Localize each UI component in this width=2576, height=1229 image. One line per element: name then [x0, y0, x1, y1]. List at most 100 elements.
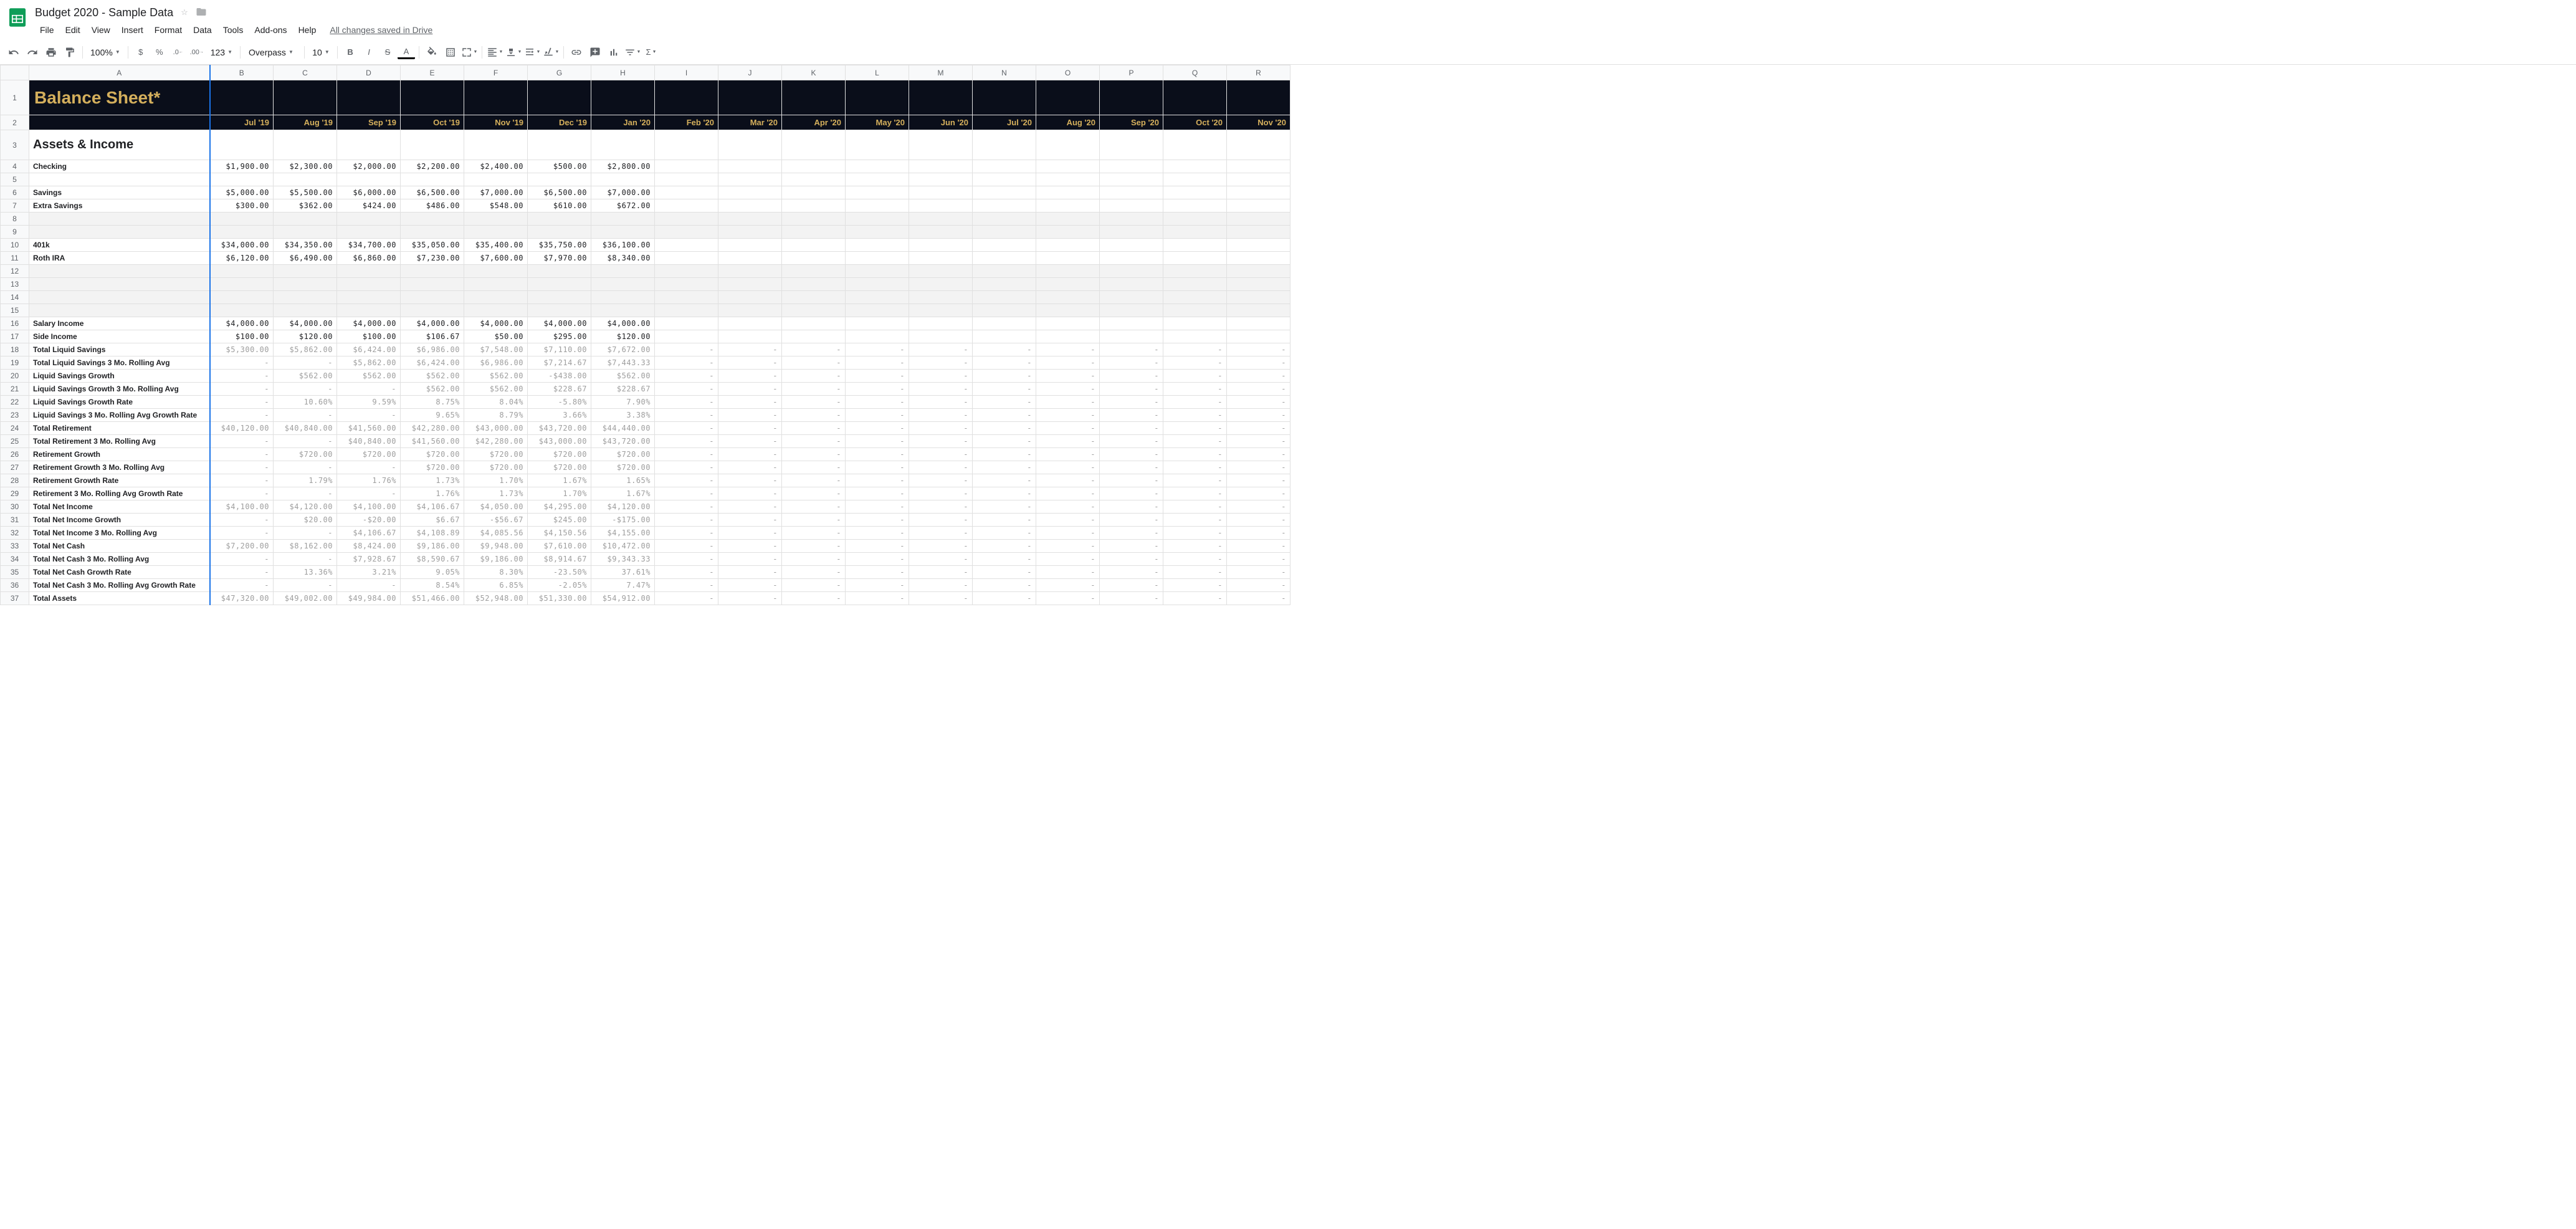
row-header-23[interactable]: 23 — [1, 409, 29, 422]
cell[interactable]: - — [274, 409, 337, 422]
cell[interactable]: $562.00 — [591, 370, 655, 383]
cell[interactable]: Retirement Growth 3 Mo. Rolling Avg — [29, 461, 210, 474]
cell[interactable]: - — [1100, 553, 1163, 566]
cell[interactable] — [782, 330, 846, 343]
cell[interactable] — [718, 330, 782, 343]
cell[interactable]: - — [718, 435, 782, 448]
cell[interactable] — [337, 278, 401, 291]
cell[interactable]: Jul '20 — [973, 115, 1036, 130]
cell[interactable] — [846, 186, 909, 199]
cell[interactable]: $7,548.00 — [464, 343, 528, 356]
cell[interactable] — [782, 213, 846, 226]
cell[interactable]: $7,672.00 — [591, 343, 655, 356]
cell[interactable]: 3.66% — [528, 409, 591, 422]
cell[interactable] — [1227, 80, 1290, 115]
cell[interactable]: - — [1036, 383, 1100, 396]
col-header-J[interactable]: J — [718, 65, 782, 80]
cell[interactable]: $300.00 — [210, 199, 274, 213]
cell[interactable] — [401, 291, 464, 304]
col-header-C[interactable]: C — [274, 65, 337, 80]
cell[interactable] — [528, 265, 591, 278]
cell[interactable]: 13.36% — [274, 566, 337, 579]
cell[interactable] — [1163, 226, 1227, 239]
col-header-N[interactable]: N — [973, 65, 1036, 80]
increase-decimal-button[interactable]: .00→ — [188, 44, 206, 61]
cell[interactable] — [464, 80, 528, 115]
cell[interactable] — [909, 265, 973, 278]
cell[interactable]: - — [1163, 383, 1227, 396]
cell[interactable]: - — [1163, 514, 1227, 527]
cell[interactable] — [464, 226, 528, 239]
row-header-5[interactable]: 5 — [1, 173, 29, 186]
cell[interactable]: Salary Income — [29, 317, 210, 330]
cell[interactable]: - — [1227, 409, 1290, 422]
menu-add-ons[interactable]: Add-ons — [249, 22, 292, 37]
cell[interactable] — [1100, 252, 1163, 265]
cell[interactable]: - — [909, 448, 973, 461]
cell[interactable]: - — [655, 461, 718, 474]
cell[interactable]: - — [274, 461, 337, 474]
cell[interactable]: - — [1100, 409, 1163, 422]
sheets-logo[interactable] — [5, 5, 30, 30]
cell[interactable]: Liquid Savings Growth 3 Mo. Rolling Avg — [29, 383, 210, 396]
cell[interactable] — [782, 80, 846, 115]
cell[interactable]: - — [1163, 396, 1227, 409]
cell[interactable]: - — [274, 579, 337, 592]
cell[interactable]: - — [1036, 435, 1100, 448]
cell[interactable]: - — [1227, 396, 1290, 409]
cell[interactable]: -2.05% — [528, 579, 591, 592]
cell[interactable]: - — [909, 527, 973, 540]
cell[interactable]: $4,120.00 — [591, 500, 655, 514]
row-header-3[interactable]: 3 — [1, 130, 29, 160]
cell[interactable]: $43,720.00 — [591, 435, 655, 448]
cell[interactable] — [1163, 330, 1227, 343]
cell[interactable]: - — [1036, 356, 1100, 370]
menu-insert[interactable]: Insert — [117, 22, 148, 37]
cell[interactable]: - — [718, 527, 782, 540]
cell[interactable]: Oct '20 — [1163, 115, 1227, 130]
cell[interactable]: - — [846, 566, 909, 579]
row-header-30[interactable]: 30 — [1, 500, 29, 514]
cell[interactable]: Extra Savings — [29, 199, 210, 213]
cell[interactable] — [1227, 252, 1290, 265]
cell[interactable]: $7,443.33 — [591, 356, 655, 370]
cell[interactable]: Total Net Cash Growth Rate — [29, 566, 210, 579]
cell[interactable]: - — [1100, 500, 1163, 514]
cell[interactable] — [718, 239, 782, 252]
row-header-29[interactable]: 29 — [1, 487, 29, 500]
cell[interactable]: Aug '20 — [1036, 115, 1100, 130]
cell[interactable]: $6,424.00 — [401, 356, 464, 370]
cell[interactable]: - — [1036, 592, 1100, 605]
cell[interactable]: Sep '19 — [337, 115, 401, 130]
row-header-2[interactable]: 2 — [1, 115, 29, 130]
cell[interactable]: - — [782, 396, 846, 409]
cell[interactable]: - — [846, 370, 909, 383]
percent-button[interactable]: % — [151, 44, 168, 61]
cell[interactable]: $720.00 — [464, 448, 528, 461]
cell[interactable] — [1100, 226, 1163, 239]
cell[interactable] — [655, 80, 718, 115]
cell[interactable]: - — [782, 356, 846, 370]
cell[interactable]: $6,500.00 — [401, 186, 464, 199]
cell[interactable] — [655, 291, 718, 304]
cell[interactable]: $7,110.00 — [528, 343, 591, 356]
cell[interactable]: 1.73% — [401, 474, 464, 487]
cell[interactable]: $9,186.00 — [401, 540, 464, 553]
cell[interactable]: 1.76% — [401, 487, 464, 500]
cell[interactable]: - — [1227, 461, 1290, 474]
cell[interactable]: - — [210, 527, 274, 540]
cell[interactable]: Savings — [29, 186, 210, 199]
cell[interactable] — [718, 186, 782, 199]
cell[interactable]: $5,300.00 — [210, 343, 274, 356]
cell[interactable]: - — [210, 370, 274, 383]
cell[interactable]: - — [1163, 579, 1227, 592]
cell[interactable]: $562.00 — [337, 370, 401, 383]
cell[interactable]: $4,085.56 — [464, 527, 528, 540]
cell[interactable]: - — [1036, 409, 1100, 422]
cell[interactable]: - — [846, 343, 909, 356]
col-header-I[interactable]: I — [655, 65, 718, 80]
cell[interactable]: - — [1100, 422, 1163, 435]
cell[interactable]: - — [1227, 448, 1290, 461]
cell[interactable]: - — [1163, 370, 1227, 383]
cell[interactable]: $34,000.00 — [210, 239, 274, 252]
